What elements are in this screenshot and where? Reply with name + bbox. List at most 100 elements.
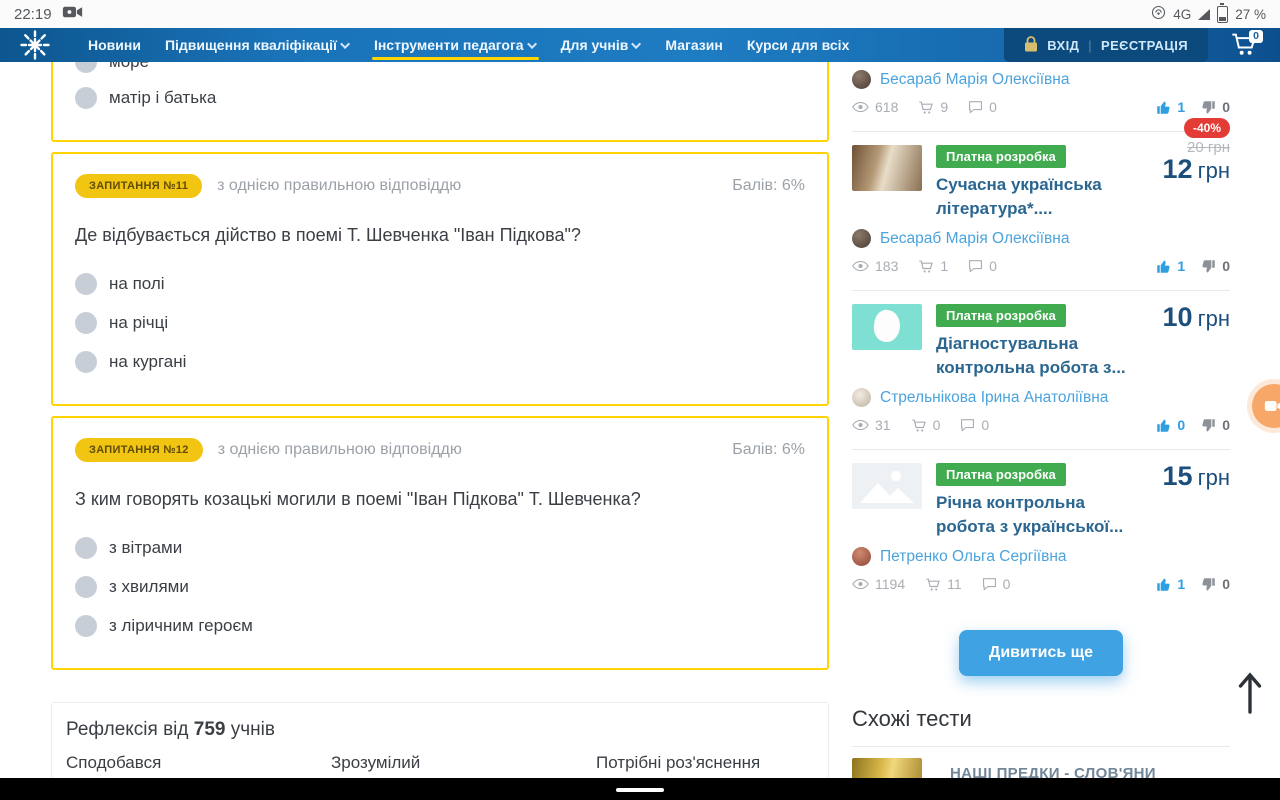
product-card: Платна розробка Річна контрольна робота …: [852, 450, 1230, 592]
comment-icon: [969, 101, 983, 114]
answer-option[interactable]: на річці: [75, 311, 805, 335]
comments-stat: 0: [968, 258, 997, 274]
product-thumbnail-placeholder[interactable]: [852, 463, 922, 509]
author-link[interactable]: Стрельнікова Ірина Анатоліївна: [880, 389, 1108, 407]
dislike-button[interactable]: 0: [1201, 99, 1230, 115]
thumb-down-icon: [1202, 100, 1215, 113]
cart-icon: [919, 260, 934, 273]
radio-icon[interactable]: [75, 87, 97, 109]
author-link[interactable]: Бесараб Марія Олексіївна: [880, 230, 1069, 248]
answer-option[interactable]: з ліричним героєм: [75, 614, 805, 638]
avatar: [852, 388, 871, 407]
product-thumbnail[interactable]: [852, 304, 922, 350]
product-card: Платна розробка Сучасна українська літер…: [852, 118, 1230, 291]
menu-item-courses[interactable]: Курси для всіх: [735, 28, 862, 62]
thumb-down-icon: [1202, 259, 1215, 272]
divider: [852, 746, 1230, 747]
avatar: [852, 70, 871, 89]
radio-icon[interactable]: [75, 351, 97, 373]
reflection-title: Рефлексія від 759 учнів: [66, 719, 275, 740]
signal-strength-icon: [1198, 8, 1211, 20]
scroll-to-top-button[interactable]: [1237, 671, 1263, 720]
see-more-button[interactable]: Дивитись ще: [958, 630, 1124, 676]
home-indicator[interactable]: [616, 788, 664, 792]
question-score: Балів: 6%: [732, 441, 805, 458]
paid-badge: Платна розробка: [936, 304, 1066, 327]
question-card-11: ЗАПИТАННЯ №11 з однією правильною відпов…: [51, 152, 829, 406]
like-button[interactable]: 1: [1156, 576, 1185, 592]
question-text: З ким говорять козацькі могили в поемі "…: [75, 489, 641, 509]
radio-icon[interactable]: [75, 273, 97, 295]
author-link[interactable]: Бесараб Марія Олексіївна: [880, 71, 1069, 89]
thumb-up-icon: [1157, 101, 1171, 114]
cart-icon: [926, 578, 940, 591]
cart-button[interactable]: 0: [1230, 30, 1264, 59]
question-number-badge: ЗАПИТАННЯ №12: [75, 438, 203, 462]
naurok-logo-icon[interactable]: [16, 28, 54, 62]
product-card: Платна розробка Діагностувальна контроль…: [852, 291, 1230, 450]
answer-option[interactable]: матір і батька: [75, 86, 805, 110]
eye-icon: [852, 419, 869, 431]
network-type-label: 4G: [1173, 6, 1192, 22]
answer-option[interactable]: на кургані: [75, 350, 805, 374]
product-title-link[interactable]: Сучасна українська література*....: [936, 173, 1138, 221]
price: 15 грн: [1162, 461, 1230, 491]
menu-item-for-students[interactable]: Для учнів: [549, 28, 654, 62]
product-title-link[interactable]: Діагностувальна контрольна робота з...: [936, 332, 1138, 380]
question-score: Балів: 6%: [732, 177, 805, 194]
dislike-button[interactable]: 0: [1201, 417, 1230, 433]
thumb-up-icon: [1157, 260, 1171, 273]
comments-stat: 0: [960, 417, 989, 433]
radio-icon[interactable]: [75, 576, 97, 598]
radio-icon[interactable]: [75, 312, 97, 334]
thumb-down-icon: [1202, 418, 1215, 431]
views-stat: 31: [852, 417, 891, 433]
question-text: Де відбувається дійство в поемі Т. Шевче…: [75, 225, 581, 245]
cart-count-badge: 0: [1249, 30, 1263, 43]
comment-icon: [961, 419, 975, 432]
thumb-up-icon: [1157, 419, 1171, 432]
main-menu: Новини Підвищення кваліфікації Інструмен…: [76, 28, 861, 62]
chevron-down-icon: [631, 38, 642, 49]
quiz-column: море матір і батька ЗАПИТАННЯ №11 з одні…: [51, 16, 829, 800]
android-navigation-bar[interactable]: [0, 778, 1280, 800]
radio-icon[interactable]: [75, 615, 97, 637]
product-thumbnail[interactable]: [852, 145, 922, 191]
views-stat: 618: [852, 99, 898, 115]
paid-badge: Платна розробка: [936, 145, 1066, 168]
views-stat: 183: [852, 258, 898, 274]
cart-stat: 1: [918, 258, 948, 274]
answer-option[interactable]: з вітрами: [75, 536, 805, 560]
question-type: з однією правильною відповіддю: [217, 441, 462, 458]
author-link[interactable]: Петренко Ольга Сергіївна: [880, 548, 1067, 566]
similar-tests-heading: Схожі тести: [852, 706, 972, 731]
cart-stat: 0: [911, 417, 940, 433]
site-navbar: Новини Підвищення кваліфікації Інструмен…: [0, 28, 1280, 62]
menu-item-teacher-tools[interactable]: Інструменти педагога: [362, 28, 549, 62]
menu-item-shop[interactable]: Магазин: [653, 28, 734, 62]
dislike-button[interactable]: 0: [1201, 258, 1230, 274]
comment-icon: [969, 260, 983, 273]
clock: 22:19: [14, 5, 52, 23]
radio-icon[interactable]: [75, 537, 97, 559]
login-register-button[interactable]: ВХІД | РЕЄСТРАЦІЯ: [1004, 28, 1208, 62]
avatar: [852, 547, 871, 566]
product-title-link[interactable]: Річна контрольна робота з української...: [936, 491, 1138, 539]
dislike-button[interactable]: 0: [1201, 576, 1230, 592]
like-button[interactable]: 1: [1156, 258, 1185, 274]
answer-option[interactable]: на полі: [75, 272, 805, 296]
eye-icon: [852, 101, 869, 113]
android-status-bar: 22:19 4G 27 %: [0, 0, 1280, 28]
answer-option[interactable]: з хвилями: [75, 575, 805, 599]
like-button[interactable]: 1: [1156, 99, 1185, 115]
question-card-12: ЗАПИТАННЯ №12 з однією правильною відпов…: [51, 416, 829, 670]
cart-icon: [919, 101, 934, 114]
eye-icon: [852, 578, 869, 590]
chevron-down-icon: [340, 38, 350, 49]
like-button[interactable]: 0: [1156, 417, 1185, 433]
menu-item-news[interactable]: Новини: [76, 28, 153, 62]
comments-stat: 0: [968, 99, 997, 115]
question-number-badge: ЗАПИТАННЯ №11: [75, 174, 203, 198]
thumb-down-icon: [1202, 577, 1215, 590]
menu-item-qualification[interactable]: Підвищення кваліфікації: [153, 28, 362, 62]
